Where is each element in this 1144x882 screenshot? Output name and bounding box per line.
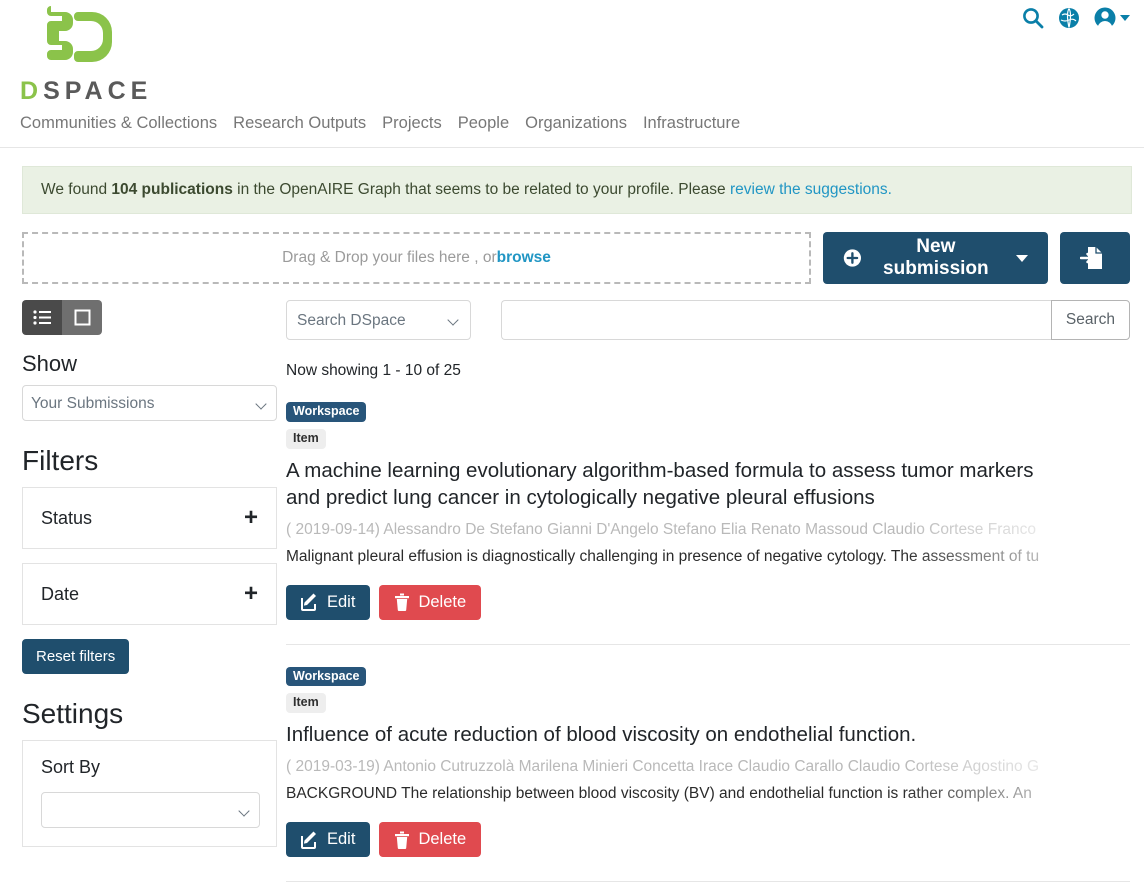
main-navigation: Communities & Collections Research Outpu…	[20, 113, 740, 134]
sort-by-select[interactable]	[41, 792, 260, 828]
nav-item-organizations[interactable]: Organizations	[525, 113, 627, 134]
show-label: Show	[22, 351, 78, 376]
result-meta-wrapper: ( 2019-09-14) Alessandro De Stefano Gian…	[286, 520, 1130, 545]
result-meta: ( 2019-09-14) Alessandro De Stefano Gian…	[286, 520, 1036, 538]
result-abstract: Malignant pleural effusion is diagnostic…	[286, 547, 1040, 565]
submission-toolbar: Drag & Drop your files here , or browse …	[22, 232, 1130, 284]
file-import-icon	[1079, 247, 1102, 269]
sort-by-panel: Sort By	[22, 740, 277, 847]
pencil-square-icon	[301, 831, 316, 849]
sidebar: Show Your Submissions Filters Status + D…	[0, 300, 278, 882]
delete-button[interactable]: Delete	[379, 822, 482, 858]
nav-item-communities-collections[interactable]: Communities & Collections	[20, 113, 217, 134]
result-meta-wrapper: ( 2019-03-19) Antonio Cutruzzolà Marilen…	[286, 758, 1130, 783]
expand-plus-icon: +	[243, 504, 258, 531]
result-abstract-wrapper: BACKGROUND The relationship between bloo…	[286, 785, 1130, 810]
result-abstract-wrapper: Malignant pleural effusion is diagnostic…	[286, 547, 1130, 572]
plus-circle-icon	[843, 249, 862, 267]
list-view-icon[interactable]	[22, 300, 62, 335]
alert-lead-text: We found	[41, 181, 112, 198]
edit-label: Edit	[327, 830, 356, 849]
edit-button[interactable]: Edit	[286, 822, 371, 858]
pencil-square-icon	[301, 593, 316, 612]
search-submit-button[interactable]: Search	[1050, 300, 1130, 340]
sort-by-select-wrapper	[41, 792, 260, 828]
result-item: Workspace Item A machine learning evolut…	[286, 380, 1130, 620]
header-icon-group	[1021, 6, 1130, 30]
globe-icon[interactable]	[1057, 6, 1081, 30]
brand-logo[interactable]: DSPACE	[20, 6, 152, 104]
status-badge-workspace: Workspace	[286, 402, 367, 422]
show-select-wrapper: Your Submissions	[22, 385, 277, 421]
filter-date[interactable]: Date +	[22, 563, 277, 625]
result-title[interactable]: Influence of acute reduction of blood vi…	[286, 721, 1061, 748]
search-icon[interactable]	[1021, 6, 1045, 30]
edit-button[interactable]: Edit	[286, 584, 371, 620]
user-account-icon[interactable]	[1093, 6, 1130, 30]
filter-status-label: Status	[41, 507, 93, 528]
review-suggestions-link[interactable]: review the suggestions.	[730, 181, 892, 198]
suggestions-alert: We found 104 publications in the OpenAIR…	[22, 166, 1132, 214]
edit-label: Edit	[327, 592, 356, 611]
brand-wordmark: DSPACE	[20, 79, 152, 104]
nav-item-projects[interactable]: Projects	[382, 113, 442, 134]
alert-middle-text: in the OpenAIRE Graph that seems to be r…	[232, 181, 730, 198]
settings-heading: Settings	[22, 698, 124, 729]
result-item: Workspace Item Influence of acute reduct…	[286, 643, 1130, 858]
grid-view-icon[interactable]	[62, 300, 102, 335]
file-dropzone[interactable]: Drag & Drop your files here , or browse	[22, 232, 811, 284]
alert-count: 104 publications	[111, 181, 233, 198]
filter-status[interactable]: Status +	[22, 487, 277, 549]
results-panel: Search DSpace Search Now showing 1 - 10 …	[278, 300, 1144, 882]
chevron-down-icon	[1120, 15, 1130, 21]
trash-icon	[395, 831, 410, 849]
search-input[interactable]	[501, 300, 1051, 340]
nav-item-infrastructure[interactable]: Infrastructure	[643, 113, 740, 134]
search-scope-wrapper: Search DSpace	[286, 300, 471, 340]
search-input-group: Search	[501, 300, 1130, 340]
new-submission-button[interactable]: New submission	[823, 232, 1048, 284]
nav-item-research-outputs[interactable]: Research Outputs	[233, 113, 366, 134]
result-actions: Edit Delete	[286, 822, 1130, 858]
browse-link[interactable]: browse	[497, 249, 551, 267]
reset-filters-button[interactable]: Reset filters	[22, 639, 130, 674]
sort-by-label: Sort By	[41, 757, 101, 777]
site-header: DSPACE Communities & Collections Researc…	[0, 0, 1144, 148]
delete-button[interactable]: Delete	[379, 584, 482, 620]
delete-label: Delete	[418, 830, 467, 849]
result-title[interactable]: A machine learning evolutionary algorith…	[286, 457, 1061, 511]
result-actions: Edit Delete	[286, 584, 1130, 620]
expand-plus-icon: +	[243, 580, 258, 607]
result-meta: ( 2019-03-19) Antonio Cutruzzolà Marilen…	[286, 758, 1039, 776]
dspace-logo-icon	[47, 6, 112, 62]
type-badge-item: Item	[286, 693, 326, 714]
filter-date-label: Date	[41, 583, 80, 604]
trash-icon	[395, 593, 410, 612]
search-bar: Search DSpace Search	[286, 300, 1130, 340]
new-submission-label: New submission	[883, 236, 989, 279]
brand-word-rest: SPACE	[43, 77, 153, 105]
filters-heading: Filters	[22, 445, 99, 476]
nav-item-people[interactable]: People	[458, 113, 509, 134]
page-content: Show Your Submissions Filters Status + D…	[0, 300, 1144, 882]
status-badge-workspace: Workspace	[286, 666, 367, 687]
delete-label: Delete	[418, 592, 467, 611]
search-scope-select[interactable]: Search DSpace	[286, 300, 471, 340]
type-badge-item: Item	[286, 428, 326, 449]
view-mode-toggle	[22, 300, 102, 335]
import-submission-button[interactable]	[1059, 232, 1130, 284]
show-select[interactable]: Your Submissions	[22, 385, 277, 421]
result-abstract: BACKGROUND The relationship between bloo…	[286, 785, 1032, 803]
dropzone-text: Drag & Drop your files here , or	[282, 249, 497, 266]
chevron-down-icon	[1015, 254, 1028, 262]
brand-word-d: D	[20, 77, 44, 105]
results-count-text: Now showing 1 - 10 of 25	[286, 362, 461, 379]
